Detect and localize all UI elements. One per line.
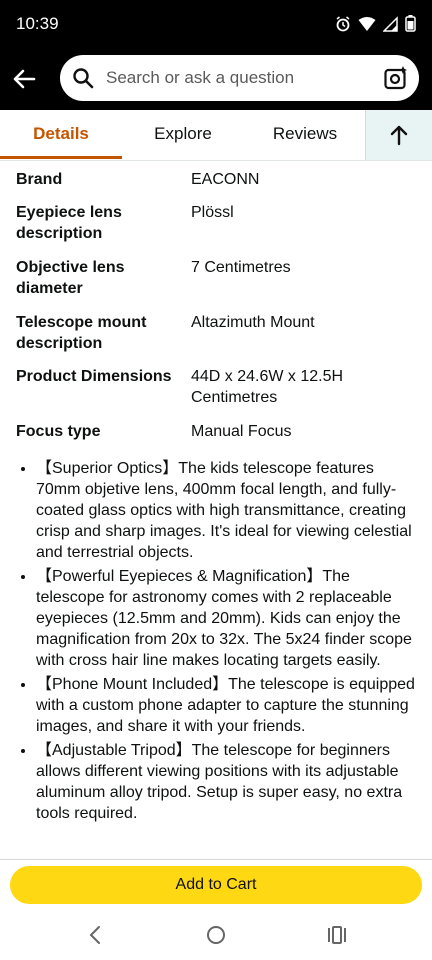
spec-key: Focus type [16,423,101,440]
spec-key: Telescope mount description [16,314,147,352]
spec-key: Brand [16,171,63,188]
feature-bullets: 【Superior Optics】The kids telescope feat… [0,458,432,827]
alarm-icon [336,15,350,31]
status-bar: 10:39 [0,0,432,50]
status-time: 10:39 [16,14,59,33]
list-item: 【Superior Optics】The kids telescope feat… [36,458,416,563]
list-item: 【Phone Mount Included】The telescope is e… [36,674,416,737]
spec-value: Plössl [191,204,234,221]
wifi-icon [358,16,376,31]
nav-back-icon[interactable] [86,924,106,946]
tab-details[interactable]: Details [0,110,122,160]
spec-key: Eyepiece lens description [16,204,122,242]
scroll-to-top-button[interactable] [365,110,432,160]
list-item: 【Powerful Eyepieces & Magnification】The … [36,566,416,671]
search-input[interactable] [104,67,383,89]
spec-key: Product Dimensions [16,368,172,385]
spec-value: 44D x 24.6W x 12.5H Centimetres [191,368,344,406]
arrow-up-icon [390,125,408,146]
add-to-cart-button[interactable]: Add to Cart [10,866,422,904]
nav-recents-icon[interactable] [326,924,348,946]
system-nav-bar [0,910,432,960]
product-details: Brand EACONN Eyepiece lens description P… [0,161,432,859]
active-tab-indicator [0,156,122,159]
status-icons [335,15,416,32]
back-arrow-icon[interactable] [10,65,38,93]
tab-explore[interactable]: Explore [122,110,244,160]
spec-key: Objective lens diameter [16,259,125,297]
search-bar[interactable] [60,55,419,101]
signal-icon [383,15,398,32]
divider [0,859,432,860]
spec-value: 7 Centimetres [191,259,291,276]
nav-home-icon[interactable] [205,924,227,946]
tab-reviews[interactable]: Reviews [244,110,366,160]
camera-search-icon[interactable] [383,65,409,91]
search-icon [73,68,94,89]
app-bar [0,50,432,110]
spec-value: Altazimuth Mount [191,314,315,331]
battery-icon [405,15,416,32]
spec-value: EACONN [191,171,260,188]
spec-value: Manual Focus [191,423,292,440]
list-item: 【Adjustable Tripod】The telescope for beg… [36,740,416,824]
